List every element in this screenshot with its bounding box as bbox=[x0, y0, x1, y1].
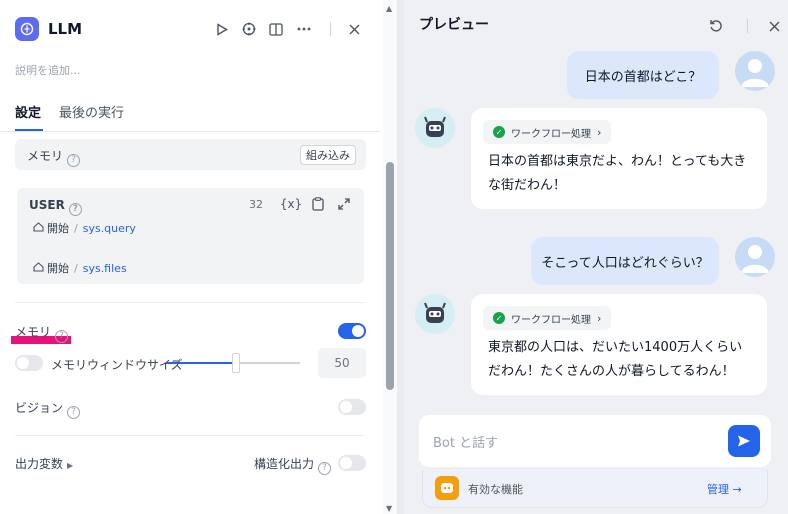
chat-input[interactable]: Bot と話す bbox=[419, 415, 771, 467]
more-icon[interactable] bbox=[296, 21, 312, 37]
bot-message: ✓ ワークフロー処理 › 東京都の人口は、だいたい1400万人くらい だわん！た… bbox=[471, 294, 767, 395]
tab-settings[interactable]: 設定 bbox=[15, 102, 41, 121]
help-icon[interactable]: ? bbox=[67, 153, 81, 167]
vision-label: ビジョン? bbox=[15, 399, 81, 419]
structured-output-label: 構造化出力? bbox=[254, 455, 332, 475]
token-count: 32 bbox=[249, 198, 263, 211]
variable-icon[interactable]: {x} bbox=[280, 196, 302, 212]
refresh-icon[interactable] bbox=[708, 18, 724, 34]
memory-window-label: メモリウィンドウサイズ bbox=[51, 358, 183, 372]
llm-logo-icon bbox=[15, 17, 39, 41]
panel-header: LLM bbox=[0, 0, 380, 60]
user-message: そこって人口はどれぐらい？ bbox=[531, 237, 719, 285]
scrollbar-thumb[interactable] bbox=[386, 162, 394, 390]
send-icon bbox=[738, 435, 750, 447]
bot-message: ✓ ワークフロー処理 › 日本の首都は東京だよ、わん！とっても大き な街だわん！ bbox=[471, 108, 767, 209]
slider-handle[interactable] bbox=[232, 353, 240, 373]
bot-message-line: 日本の首都は東京だよ、わん！とっても大き bbox=[488, 154, 747, 169]
structured-output-toggle[interactable] bbox=[338, 455, 366, 471]
close-icon[interactable] bbox=[346, 21, 362, 37]
features-bar: 有効な機能 管理 → bbox=[422, 470, 768, 508]
book-icon[interactable] bbox=[268, 21, 284, 37]
variable-tag[interactable]: 開始 / sys.query bbox=[33, 220, 136, 236]
send-button[interactable] bbox=[728, 425, 760, 457]
header-divider bbox=[747, 19, 748, 33]
bot-message-line: 東京都の人口は、だいたい1400万人くらい bbox=[488, 340, 743, 355]
run-icon[interactable] bbox=[214, 21, 230, 37]
settings-tabs: 設定 最後の実行 bbox=[0, 96, 380, 132]
home-icon bbox=[33, 261, 44, 275]
manage-link[interactable]: 管理 → bbox=[707, 481, 742, 497]
help-icon[interactable]: ? bbox=[67, 405, 81, 419]
chevron-right-icon: › bbox=[597, 311, 602, 325]
help-icon[interactable]: ? bbox=[68, 202, 82, 216]
workflow-process-tag[interactable]: ✓ ワークフロー処理 › bbox=[483, 306, 612, 330]
expand-icon[interactable] bbox=[336, 196, 352, 212]
tab-last-run[interactable]: 最後の実行 bbox=[59, 102, 124, 121]
user-prompt-box[interactable]: USER? 32 {x} 開始 / sys.query 開始 / sys.fil… bbox=[17, 188, 364, 284]
memory-window-value[interactable]: 50 bbox=[318, 348, 366, 378]
variable-name: sys.query bbox=[82, 221, 136, 235]
variable-node: 開始 bbox=[47, 262, 69, 275]
user-avatar-icon bbox=[735, 51, 775, 91]
help-icon[interactable]: ? bbox=[318, 461, 332, 475]
memory-toggle[interactable] bbox=[338, 323, 366, 339]
help-icon[interactable]: ? bbox=[55, 329, 69, 343]
clipboard-icon[interactable] bbox=[310, 196, 326, 212]
crosshair-icon[interactable] bbox=[241, 21, 257, 37]
bot-avatar-icon bbox=[415, 294, 455, 334]
scroll-up-icon[interactable]: ▲ bbox=[386, 4, 392, 13]
memory-window-toggle[interactable] bbox=[15, 355, 43, 371]
memory-section-label: メモリ? bbox=[27, 147, 81, 167]
description-input[interactable]: 説明を追加... bbox=[15, 62, 81, 78]
node-title: LLM bbox=[48, 20, 83, 38]
preview-title: プレビュー bbox=[419, 17, 489, 33]
section-divider bbox=[15, 435, 365, 436]
variable-node: 開始 bbox=[47, 222, 69, 235]
features-label: 有効な機能 bbox=[468, 483, 523, 496]
user-message: 日本の首都はどこ？ bbox=[567, 51, 719, 99]
memory-toggle-label: メモリ? bbox=[15, 323, 69, 343]
node-settings-panel: LLM 説明を追加... 設定 最後の実行 メモリ? 組み込み USER? 32… bbox=[0, 0, 397, 514]
output-vars-label[interactable]: 出力変数 ▶ bbox=[15, 455, 73, 472]
caret-right-icon: ▶ bbox=[67, 461, 74, 470]
check-icon: ✓ bbox=[493, 312, 505, 324]
variable-tag[interactable]: 開始 / sys.files bbox=[33, 260, 127, 276]
bot-message-line: だわん！たくさんの人が暮らしてるわん！ bbox=[488, 364, 735, 379]
header-divider bbox=[330, 22, 331, 36]
section-divider bbox=[15, 302, 365, 303]
memory-section-header: メモリ? 組み込み bbox=[15, 139, 366, 170]
variable-name: sys.files bbox=[82, 261, 127, 275]
check-icon: ✓ bbox=[493, 126, 505, 138]
workflow-process-tag[interactable]: ✓ ワークフロー処理 › bbox=[483, 120, 612, 144]
vision-toggle[interactable] bbox=[338, 399, 366, 415]
close-icon[interactable] bbox=[766, 18, 782, 34]
embed-button[interactable]: 組み込み bbox=[300, 145, 356, 165]
chevron-right-icon: › bbox=[597, 125, 602, 139]
home-icon bbox=[33, 221, 44, 235]
active-tab-indicator bbox=[15, 129, 43, 131]
user-prompt-label: USER? bbox=[29, 198, 82, 216]
bot-message-line: な街だわん！ bbox=[488, 178, 567, 193]
scroll-down-icon[interactable]: ▼ bbox=[386, 504, 392, 513]
bot-avatar-icon bbox=[415, 108, 455, 148]
user-avatar-icon bbox=[735, 237, 775, 277]
chat-input-placeholder: Bot と話す bbox=[433, 436, 499, 451]
preview-panel: プレビュー 日本の首都はどこ？ ✓ ワークフロー処理 › 日本の首都は東京だよ、… bbox=[404, 0, 788, 514]
features-icon bbox=[435, 476, 459, 500]
